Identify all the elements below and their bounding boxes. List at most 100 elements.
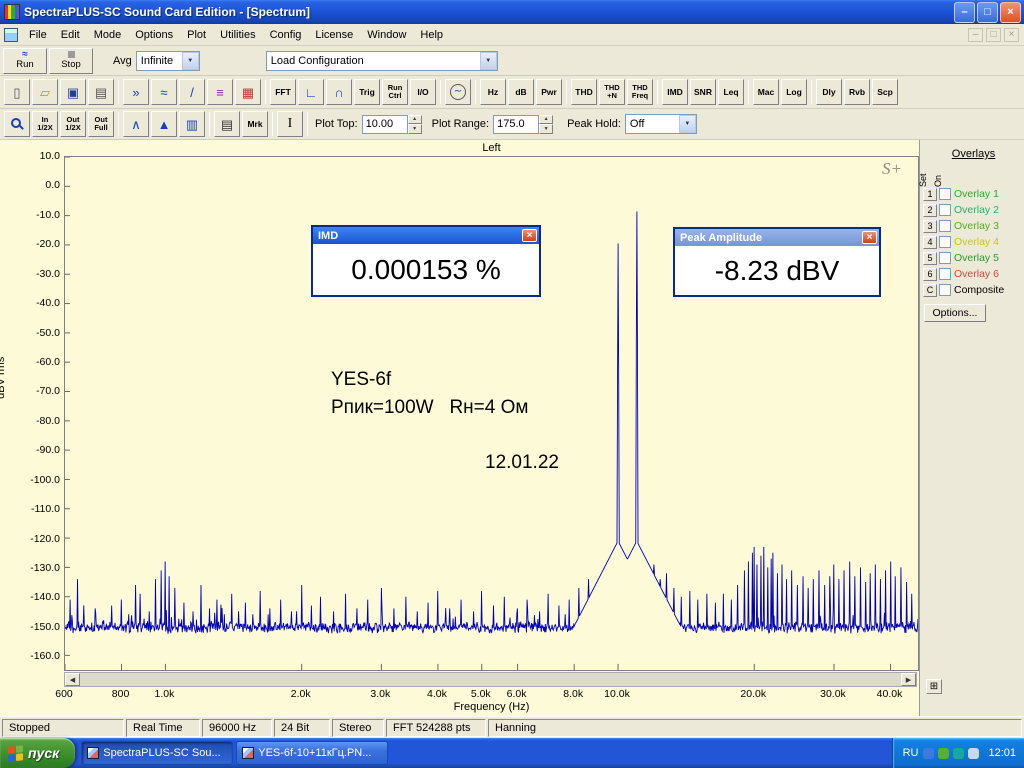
spectrum-window-icon[interactable] <box>4 28 18 42</box>
zoom-out-half-button[interactable]: Out1/2X <box>60 111 86 137</box>
tray-icon-1[interactable] <box>923 748 934 759</box>
tray-icon-4[interactable] <box>968 748 979 759</box>
menu-mode[interactable]: Mode <box>87 26 129 44</box>
avg-select[interactable]: Infinite ▼ <box>136 51 200 71</box>
menu-edit[interactable]: Edit <box>54 26 87 44</box>
markers-button[interactable]: Mrk <box>242 111 268 137</box>
stop-button[interactable]: Stop <box>49 48 93 74</box>
overlay-set-button-5[interactable]: 5 <box>923 252 937 265</box>
peak-amplitude-close-icon[interactable]: × <box>862 231 877 244</box>
fft-button[interactable]: FFT <box>270 79 296 105</box>
load-configuration-select[interactable]: Load Configuration ▼ <box>266 51 498 71</box>
overlay-set-button-2[interactable]: 2 <box>923 204 937 217</box>
save-file-button[interactable]: ▣ <box>60 79 86 105</box>
zoom-out-full-button[interactable]: OutFull <box>88 111 114 137</box>
filled-plot-button[interactable]: ▲ <box>151 111 177 137</box>
load-configuration-dropdown-arrow-icon[interactable]: ▼ <box>480 52 497 70</box>
input-output-button[interactable]: I/O <box>410 79 436 105</box>
plot-range-spinner[interactable]: ▲ ▼ <box>539 115 553 134</box>
menu-file[interactable]: File <box>22 26 54 44</box>
overlay-on-checkbox-3[interactable] <box>939 220 951 232</box>
minimize-button[interactable]: – <box>954 2 975 23</box>
peak-amplitude-window[interactable]: Peak Amplitude × -8.23 dBV <box>673 227 881 297</box>
hz-units-button[interactable]: Hz <box>480 79 506 105</box>
zoom-in-half-button[interactable]: In1/2X <box>32 111 58 137</box>
menu-config[interactable]: Config <box>263 26 309 44</box>
tray-icon-2[interactable] <box>938 748 949 759</box>
avg-dropdown-arrow-icon[interactable]: ▼ <box>182 52 199 70</box>
spectrum-plot[interactable]: S+ YES-6f Рпик=100W Rн=4 Ом 12.01.22 IMD… <box>64 156 919 671</box>
step-response-button[interactable]: ∟ <box>298 79 324 105</box>
overlay-set-button-4[interactable]: 4 <box>923 236 937 249</box>
plot-top-input[interactable] <box>362 115 408 134</box>
measure-cursor-button[interactable]: I <box>277 111 303 137</box>
logging-button[interactable]: Log <box>781 79 807 105</box>
spectrogram-button[interactable]: ▦ <box>235 79 261 105</box>
overlay-on-checkbox-4[interactable] <box>939 236 951 248</box>
close-button[interactable]: × <box>1000 2 1021 23</box>
imd-button[interactable]: IMD <box>662 79 688 105</box>
line-plot-button[interactable]: ∧ <box>123 111 149 137</box>
overlay-set-button-3[interactable]: 3 <box>923 220 937 233</box>
imd-window[interactable]: IMD × 0.000153 % <box>311 225 541 297</box>
overlay-on-checkbox-6[interactable] <box>939 268 951 280</box>
imd-close-icon[interactable]: × <box>522 229 537 242</box>
overlays-options-button[interactable]: Options... <box>924 304 986 322</box>
grid-toggle-button[interactable]: ⊞ <box>926 679 942 694</box>
overlays-title[interactable]: Overlays <box>923 148 1024 160</box>
macro-button[interactable]: Mac <box>753 79 779 105</box>
scope-button[interactable]: Scp <box>872 79 898 105</box>
slope-button[interactable]: / <box>179 79 205 105</box>
zoom-button[interactable] <box>4 111 30 137</box>
leq-button[interactable]: Leq <box>718 79 744 105</box>
mdi-close-button[interactable]: × <box>1004 28 1019 42</box>
run-control-button[interactable]: RunCtrl <box>382 79 408 105</box>
bell-curve-button[interactable]: ∩ <box>326 79 352 105</box>
data-table-button[interactable]: ▤ <box>214 111 240 137</box>
bar-plot-button[interactable]: ▥ <box>179 111 205 137</box>
mdi-restore-button[interactable]: □ <box>986 28 1001 42</box>
taskbar-task-0[interactable]: SpectraPLUS-SC Sou... <box>81 741 233 765</box>
power-units-button[interactable]: Pwr <box>536 79 562 105</box>
plot-h-scrollbar[interactable]: ◀ ▶ <box>64 672 917 687</box>
delay-button[interactable]: Dly <box>816 79 842 105</box>
overlay-on-checkbox-5[interactable] <box>939 252 951 264</box>
menu-help[interactable]: Help <box>413 26 450 44</box>
menu-options[interactable]: Options <box>128 26 180 44</box>
peak-hold-dropdown-arrow-icon[interactable]: ▼ <box>679 115 696 133</box>
language-indicator[interactable]: RU <box>903 747 919 759</box>
mdi-minimize-button[interactable]: – <box>968 28 983 42</box>
open-file-button[interactable]: ▱ <box>32 79 58 105</box>
fast-forward-button[interactable]: » <box>123 79 149 105</box>
menu-utilities[interactable]: Utilities <box>213 26 262 44</box>
overlay-on-checkbox-C[interactable] <box>939 284 951 296</box>
signal-generator-button[interactable]: ∼ <box>445 79 471 105</box>
plot-top-spinner[interactable]: ▲ ▼ <box>408 115 422 134</box>
menu-window[interactable]: Window <box>360 26 413 44</box>
new-file-button[interactable]: ▯ <box>4 79 30 105</box>
tray-icon-3[interactable] <box>953 748 964 759</box>
peak-amplitude-titlebar[interactable]: Peak Amplitude × <box>675 229 879 246</box>
imd-window-titlebar[interactable]: IMD × <box>313 227 539 244</box>
maximize-button[interactable]: □ <box>977 2 998 23</box>
thd-button[interactable]: THD <box>571 79 597 105</box>
scrollbar-track[interactable] <box>80 673 901 686</box>
menu-plot[interactable]: Plot <box>180 26 213 44</box>
taskbar-task-1[interactable]: YES-6f-10+11кГц.PN... <box>236 741 388 765</box>
overlay-on-checkbox-1[interactable] <box>939 188 951 200</box>
scroll-left-icon[interactable]: ◀ <box>65 673 80 686</box>
snr-button[interactable]: SNR <box>690 79 716 105</box>
peak-hold-select[interactable]: Off ▼ <box>625 114 697 134</box>
start-button[interactable]: пуск <box>0 738 75 768</box>
overlay-set-button-6[interactable]: 6 <box>923 268 937 281</box>
print-button[interactable]: ▤ <box>88 79 114 105</box>
scroll-right-icon[interactable]: ▶ <box>901 673 916 686</box>
db-units-button[interactable]: dB <box>508 79 534 105</box>
overlay-on-checkbox-2[interactable] <box>939 204 951 216</box>
overlay-set-button-C[interactable]: C <box>923 284 937 297</box>
menu-license[interactable]: License <box>308 26 360 44</box>
waterfall-button[interactable]: ≡ <box>207 79 233 105</box>
run-button[interactable]: ≈ Run <box>3 48 47 74</box>
overlay-set-button-1[interactable]: 1 <box>923 188 937 201</box>
plot-range-input[interactable] <box>493 115 539 134</box>
